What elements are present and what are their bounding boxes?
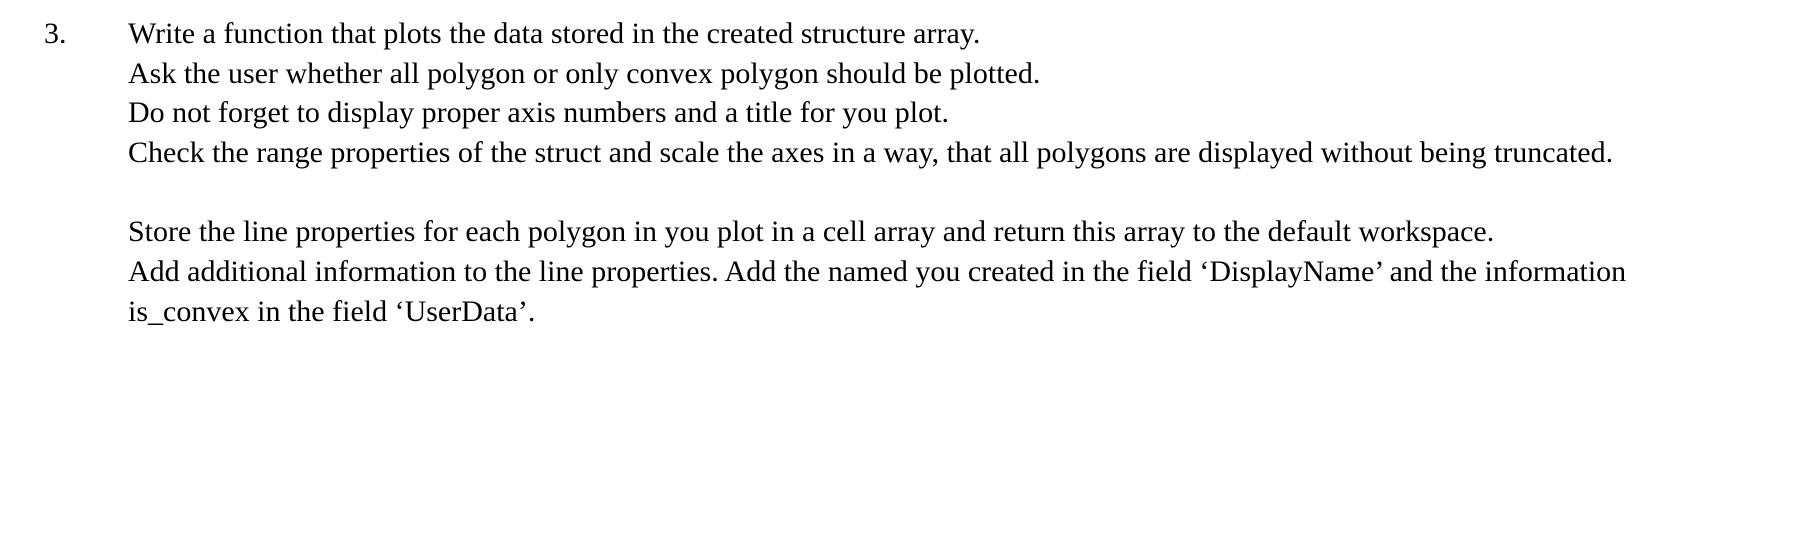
question-paragraph-2: Store the line properties for each polyg… (128, 212, 1748, 331)
question-content: Write a function that plots the data sto… (128, 14, 1748, 331)
question-item: 3. Write a function that plots the data … (40, 14, 1780, 331)
question-number: 3. (40, 14, 128, 54)
question-paragraph-1: Write a function that plots the data sto… (128, 14, 1748, 172)
